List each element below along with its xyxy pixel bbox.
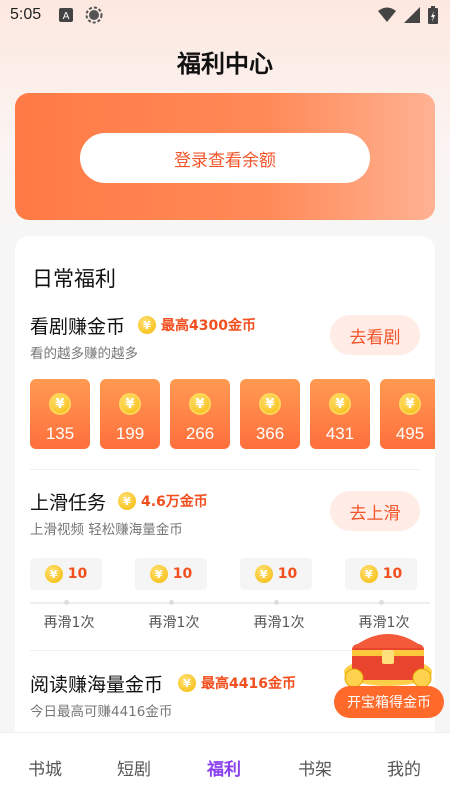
open-chest-button[interactable]: 开宝箱得金币 — [334, 686, 444, 718]
treasure-chest-icon — [344, 634, 432, 688]
step-label: 再滑1次 — [43, 615, 95, 631]
tab-welfare[interactable]: 福利 — [207, 755, 241, 780]
coin-icon: ¥ — [259, 393, 281, 415]
swipe-step: ¥10 再滑1次 — [240, 558, 330, 631]
divider — [30, 469, 420, 470]
step-reward: ¥10 — [135, 558, 207, 590]
reward-value: 199 — [115, 424, 145, 443]
coin-icon: ¥ — [178, 674, 196, 692]
coin-icon: ¥ — [138, 316, 156, 334]
task-title: 阅读赚海量金币 — [30, 674, 164, 696]
reward-card[interactable]: ¥495 — [380, 379, 435, 449]
swipe-step: ¥10 再滑1次 — [345, 558, 435, 631]
reward-value: 266 — [185, 424, 215, 443]
reward-value: 431 — [325, 424, 355, 443]
status-right — [378, 6, 438, 28]
reward-card[interactable]: ¥266 — [170, 379, 230, 449]
coin-icon: ¥ — [399, 393, 421, 415]
tab-short-drama[interactable]: 短剧 — [117, 755, 151, 780]
tab-bookstore[interactable]: 书城 — [28, 755, 62, 780]
signal-icon — [404, 7, 420, 27]
step-value: 10 — [172, 566, 193, 582]
reward-card[interactable]: ¥366 — [240, 379, 300, 449]
coin-icon: ¥ — [49, 393, 71, 415]
svg-text:A: A — [63, 11, 70, 22]
task-badge: ¥ 4.6万金币 — [118, 491, 208, 511]
step-dot — [169, 600, 174, 605]
step-label: 再滑1次 — [148, 615, 200, 631]
coin-icon: ¥ — [118, 492, 136, 510]
step-value: 10 — [277, 566, 298, 582]
step-dot — [64, 600, 69, 605]
badge-text: 最高4300金币 — [161, 318, 256, 334]
tab-bookshelf[interactable]: 书架 — [298, 755, 332, 780]
coin-icon: ¥ — [44, 565, 63, 583]
coin-icon: ¥ — [119, 393, 141, 415]
episode-reward-row[interactable]: ¥135 ¥199 ¥266 ¥366 ¥431 ¥495 — [30, 379, 435, 449]
reward-value: 366 — [255, 424, 285, 443]
coin-icon: ¥ — [189, 393, 211, 415]
coin-icon: ¥ — [149, 565, 168, 583]
task-subtitle: 看的越多赚的越多 — [30, 346, 138, 362]
swipe-step: ¥10 再滑1次 — [30, 558, 120, 631]
task-badge: ¥ 最高4416金币 — [178, 673, 296, 693]
step-reward: ¥10 — [240, 558, 312, 590]
settings-gear-icon — [85, 6, 103, 24]
go-watch-button[interactable]: 去看剧 — [330, 315, 420, 355]
badge-text: 最高4416金币 — [201, 676, 296, 692]
coin-icon: ¥ — [359, 565, 378, 583]
page-title: 福利中心 — [177, 50, 273, 78]
status-bar: 5:05 A — [0, 0, 450, 30]
reward-value: 135 — [45, 424, 75, 443]
reward-value: 495 — [395, 424, 425, 443]
task-subtitle: 今日最高可赚4416金币 — [30, 704, 173, 720]
step-value: 10 — [67, 566, 88, 582]
go-swipe-button[interactable]: 去上滑 — [330, 491, 420, 531]
task-title: 看剧赚金币 — [30, 316, 126, 338]
step-reward: ¥10 — [345, 558, 417, 590]
step-label: 再滑1次 — [253, 615, 305, 631]
reward-card[interactable]: ¥431 — [310, 379, 370, 449]
status-time: 5:05 — [10, 6, 42, 23]
coin-icon: ¥ — [254, 565, 273, 583]
section-title: 日常福利 — [32, 267, 116, 291]
login-view-balance-button[interactable]: 登录查看余额 — [80, 133, 370, 183]
step-dot — [379, 600, 384, 605]
reward-card[interactable]: ¥135 — [30, 379, 90, 449]
treasure-chest[interactable]: 开宝箱得金币 — [334, 620, 444, 720]
step-reward: ¥10 — [30, 558, 102, 590]
coin-icon: ¥ — [329, 393, 351, 415]
step-value: 10 — [382, 566, 403, 582]
balance-card: 登录查看余额 — [15, 93, 435, 220]
task-title: 上滑任务 — [30, 492, 107, 514]
swipe-step: ¥10 再滑1次 — [135, 558, 225, 631]
task-subtitle: 上滑视频 轻松赚海量金币 — [30, 522, 183, 538]
badge-text: 4.6万金币 — [141, 494, 208, 510]
progress-track — [30, 602, 430, 604]
wifi-icon — [378, 7, 396, 27]
reward-card[interactable]: ¥199 — [100, 379, 160, 449]
bottom-tab-bar: 书城 短剧 福利 书架 我的 — [0, 732, 450, 800]
battery-icon — [428, 6, 438, 28]
keyboard-a-icon: A — [59, 8, 74, 22]
tab-mine[interactable]: 我的 — [387, 755, 421, 780]
step-dot — [274, 600, 279, 605]
task-badge: ¥ 最高4300金币 — [138, 315, 256, 335]
